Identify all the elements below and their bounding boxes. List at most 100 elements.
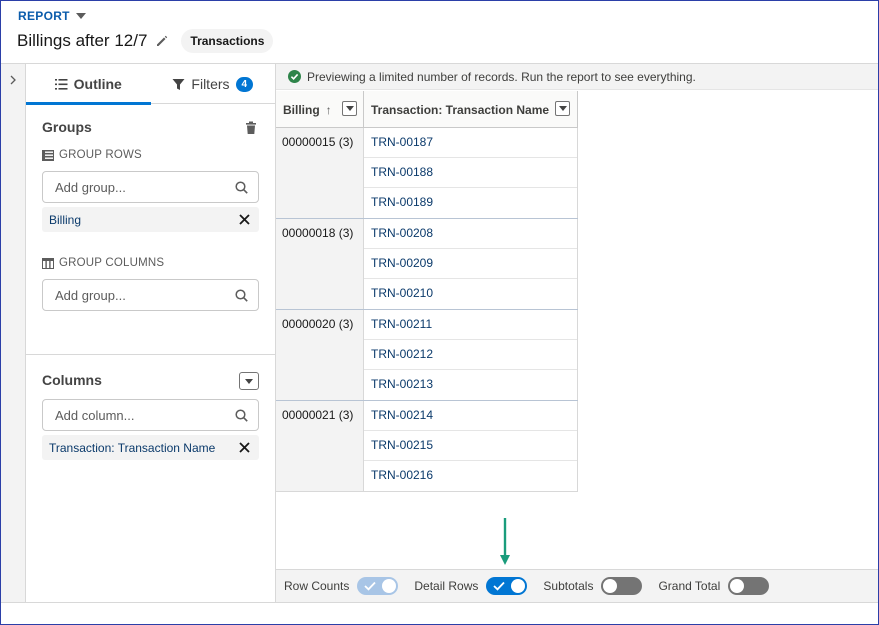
table-body: 00000015 (3) TRN-00187 TRN-00188 TRN-001… bbox=[276, 128, 578, 492]
group-label-cell: 00000015 (3) bbox=[276, 128, 364, 218]
table-row[interactable]: TRN-00214 bbox=[364, 401, 577, 431]
toggle-row-counts[interactable]: Row Counts bbox=[284, 577, 399, 595]
chevron-right-icon[interactable] bbox=[7, 74, 19, 86]
toggle-subtotals-label: Subtotals bbox=[543, 579, 594, 593]
add-column-field[interactable] bbox=[42, 399, 259, 431]
title-row: Billings after 12/7 Transactions bbox=[17, 29, 274, 53]
table-row[interactable]: TRN-00212 bbox=[364, 340, 577, 370]
rows-icon bbox=[42, 149, 54, 161]
close-icon[interactable] bbox=[239, 442, 250, 453]
preview-notice-text: Previewing a limited number of records. … bbox=[307, 69, 696, 84]
group-label-cell: 00000018 (3) bbox=[276, 219, 364, 309]
table-row[interactable]: TRN-00213 bbox=[364, 370, 577, 400]
switch-knob bbox=[603, 579, 618, 593]
table-row[interactable]: TRN-00187 bbox=[364, 128, 577, 158]
group-rows-heading: GROUP ROWS bbox=[42, 149, 142, 161]
display-toggles-bar: Row Counts Detail Rows Subtotals Grand T… bbox=[276, 569, 878, 602]
toggle-subtotals[interactable]: Subtotals bbox=[543, 577, 643, 595]
add-group-columns-input[interactable] bbox=[55, 287, 235, 303]
outline-panel: Outline Filters 4 Groups GROUP ROWS Add … bbox=[26, 64, 276, 602]
group-columns-label: GROUP COLUMNS bbox=[59, 257, 165, 269]
annotation-arrow-icon bbox=[500, 518, 510, 565]
check-icon bbox=[364, 581, 377, 591]
row-counts-switch[interactable] bbox=[357, 577, 399, 595]
chevron-down-icon bbox=[558, 106, 567, 111]
success-check-icon bbox=[288, 70, 301, 83]
table-group: 00000021 (3) TRN-00214 TRN-00215 TRN-002… bbox=[276, 401, 578, 492]
columns-menu-button[interactable] bbox=[239, 372, 259, 390]
group-row-chip-label: Billing bbox=[49, 212, 82, 227]
report-menu[interactable]: REPORT bbox=[18, 9, 86, 23]
section-divider bbox=[26, 354, 275, 355]
add-column-input[interactable] bbox=[55, 407, 235, 423]
bottom-bar bbox=[1, 602, 878, 624]
check-icon bbox=[493, 581, 506, 591]
table-header: Billing ↑ Transaction: Transaction Name bbox=[276, 91, 578, 128]
list-icon bbox=[54, 78, 68, 90]
tab-outline-label: Outline bbox=[73, 76, 122, 92]
page-title: Billings after 12/7 bbox=[17, 31, 148, 50]
search-icon bbox=[235, 408, 248, 422]
grand-total-switch[interactable] bbox=[728, 577, 770, 595]
column-menu-button[interactable] bbox=[555, 101, 570, 116]
table-row[interactable]: TRN-00209 bbox=[364, 249, 577, 279]
toggle-row-counts-label: Row Counts bbox=[284, 579, 350, 593]
column-header-transaction-label: Transaction: Transaction Name bbox=[371, 102, 550, 117]
detail-rows-switch[interactable] bbox=[486, 577, 528, 595]
group-label-cell: 00000020 (3) bbox=[276, 310, 364, 400]
table-group: 00000018 (3) TRN-00208 TRN-00209 TRN-002… bbox=[276, 219, 578, 310]
collapsed-rail bbox=[1, 64, 26, 602]
table-group: 00000015 (3) TRN-00187 TRN-00188 TRN-001… bbox=[276, 128, 578, 219]
edit-pencil-icon[interactable] bbox=[155, 34, 169, 48]
subtotals-switch[interactable] bbox=[601, 577, 643, 595]
toggle-detail-rows[interactable]: Detail Rows bbox=[414, 577, 528, 595]
columns-icon bbox=[42, 257, 54, 269]
close-icon[interactable] bbox=[239, 214, 250, 225]
group-rows: TRN-00214 TRN-00215 TRN-00216 bbox=[364, 401, 578, 491]
filter-count-badge: 4 bbox=[235, 76, 254, 92]
column-menu-button[interactable] bbox=[342, 101, 357, 116]
toggle-grand-total[interactable]: Grand Total bbox=[658, 577, 770, 595]
group-label-cell: 00000021 (3) bbox=[276, 401, 364, 491]
toggle-detail-rows-label: Detail Rows bbox=[414, 579, 479, 593]
chevron-down-icon bbox=[345, 106, 354, 111]
switch-knob bbox=[730, 579, 745, 593]
add-group-columns-field[interactable] bbox=[42, 279, 259, 311]
table-row[interactable]: TRN-00189 bbox=[364, 188, 577, 218]
table-row[interactable]: TRN-00210 bbox=[364, 279, 577, 309]
table-row[interactable]: TRN-00211 bbox=[364, 310, 577, 340]
add-group-rows-input[interactable] bbox=[55, 179, 235, 195]
toggle-grand-total-label: Grand Total bbox=[658, 579, 721, 593]
table-row[interactable]: TRN-00215 bbox=[364, 431, 577, 461]
report-label: REPORT bbox=[18, 9, 70, 23]
group-rows: TRN-00208 TRN-00209 TRN-00210 bbox=[364, 219, 578, 309]
tab-outline[interactable]: Outline bbox=[26, 64, 151, 105]
group-rows: TRN-00187 TRN-00188 TRN-00189 bbox=[364, 128, 578, 218]
search-icon bbox=[235, 288, 248, 302]
column-chip: Transaction: Transaction Name bbox=[42, 435, 259, 460]
table-group: 00000020 (3) TRN-00211 TRN-00212 TRN-002… bbox=[276, 310, 578, 401]
report-preview: Previewing a limited number of records. … bbox=[276, 64, 878, 569]
group-row-chip: Billing bbox=[42, 207, 259, 232]
preview-notice: Previewing a limited number of records. … bbox=[276, 64, 878, 90]
trash-icon[interactable] bbox=[245, 121, 257, 135]
column-chip-label: Transaction: Transaction Name bbox=[49, 440, 216, 455]
table-row[interactable]: TRN-00216 bbox=[364, 461, 577, 491]
chevron-down-icon bbox=[75, 13, 86, 19]
table-row[interactable]: TRN-00208 bbox=[364, 219, 577, 249]
column-header-billing[interactable]: Billing ↑ bbox=[276, 91, 364, 128]
table-row[interactable]: TRN-00188 bbox=[364, 158, 577, 188]
group-columns-heading: GROUP COLUMNS bbox=[42, 257, 164, 269]
group-rows: TRN-00211 TRN-00212 TRN-00213 bbox=[364, 310, 578, 400]
chevron-down-icon bbox=[245, 378, 253, 384]
group-rows-label: GROUP ROWS bbox=[59, 149, 142, 161]
add-group-rows-field[interactable] bbox=[42, 171, 259, 203]
switch-knob bbox=[382, 579, 397, 593]
groups-title: Groups bbox=[42, 119, 92, 135]
tab-filters[interactable]: Filters 4 bbox=[151, 64, 276, 104]
column-header-transaction-name[interactable]: Transaction: Transaction Name bbox=[364, 91, 578, 128]
report-type-badge: Transactions bbox=[181, 29, 274, 53]
switch-knob bbox=[511, 579, 526, 593]
columns-title: Columns bbox=[42, 372, 102, 388]
panel-tabs: Outline Filters 4 bbox=[26, 64, 276, 105]
